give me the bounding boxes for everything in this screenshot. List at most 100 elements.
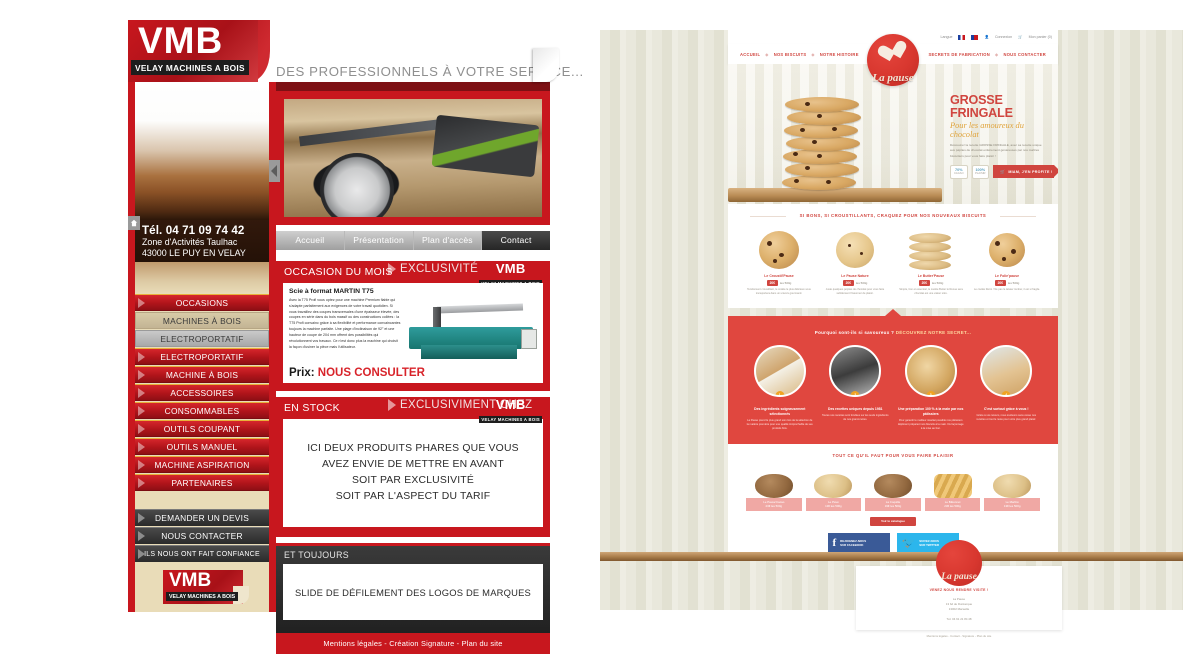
pause-footer-links[interactable]: Mentions légales - Contact - Signature -… bbox=[856, 634, 1062, 638]
vmb-panel-always-title: ET TOUJOURS bbox=[284, 550, 349, 560]
chevron-right-icon bbox=[388, 399, 396, 411]
pause-lang-label: Langue bbox=[940, 35, 953, 39]
cookie-icon bbox=[785, 97, 859, 112]
product-price-unit: les 500g bbox=[855, 281, 868, 285]
vmb-menu-item-machine-aspiration[interactable]: MACHINE ASPIRATION bbox=[135, 456, 269, 473]
pause-nav-left: ACCUEIL ◆ NOS BISCUITS ◆ NOTRE HISTOIRE bbox=[740, 52, 859, 57]
facebook-label: REJOIGNEZ-NOUS SUR FACEBOOK bbox=[840, 539, 866, 547]
range-card[interactable]: La Coquille 19€ les 500g bbox=[865, 464, 921, 511]
vmb-menu-item-electroportatif-grey[interactable]: ELECTROPORTATIF bbox=[135, 330, 269, 347]
product-desc: Simple, bon et essentiel, le cookie Butt… bbox=[899, 288, 963, 296]
pause-logo[interactable]: La pause bbox=[862, 34, 924, 96]
badge-plaisir: 100% PLAISIR bbox=[971, 164, 990, 179]
vmb-menu-item-machine-bois[interactable]: MACHINE À BOIS bbox=[135, 366, 269, 383]
vmb-menu-item-outils-coupant[interactable]: OUTILS COUPANT bbox=[135, 420, 269, 437]
range-card[interactable]: Le Marbré 13€ les 500g bbox=[984, 464, 1040, 511]
range-image bbox=[925, 464, 981, 498]
chevron-right-icon bbox=[138, 298, 145, 308]
flag-fr-icon[interactable] bbox=[958, 34, 966, 40]
vmb-logo[interactable]: VMB VELAY MACHINES A BOIS bbox=[128, 20, 258, 82]
vmb-logo-slider[interactable]: SLIDE DE DÉFILEMENT DES LOGOS DE MARQUES bbox=[283, 564, 543, 620]
secret-title: Des recettes uniques depuis 1981 bbox=[828, 407, 883, 411]
secret-item: 1 Des ingrédients soigneusement sélectio… bbox=[746, 345, 814, 431]
product-card[interactable]: Le Pause Nature 20€ les 500g Juste quelq… bbox=[820, 226, 890, 297]
product-card[interactable]: Le Croustil'Pause 20€ les 500g Tendremen… bbox=[744, 226, 814, 297]
tab-accueil[interactable]: Accueil bbox=[276, 231, 345, 250]
product-image bbox=[896, 226, 966, 274]
nav-item-nos-biscuits[interactable]: NOS BISCUITS bbox=[774, 52, 807, 57]
range-caption: Le Pavé 13€ les 500g bbox=[805, 498, 862, 511]
facebook-button[interactable]: f REJOIGNEZ-NOUS SUR FACEBOOK bbox=[827, 532, 890, 553]
vmb-panel-occasion-title: OCCASION DU MOIS bbox=[284, 266, 393, 278]
vmb-sidebar-logo[interactable]: VMB VELAY MACHINES A BOIS bbox=[163, 570, 249, 604]
vmb-price-value: NOUS CONSULTER bbox=[317, 367, 425, 379]
vmb-menu-item-confiance[interactable]: ILS NOUS ONT FAIT CONFIANCE bbox=[135, 545, 269, 562]
product-card[interactable]: Le Folie'pause 20€ les 500g Le cookie Re… bbox=[972, 226, 1042, 297]
secret-desc: La Pause prend le plus grand soin lors d… bbox=[746, 418, 813, 430]
secret-item: 3 Une préparation 100 % à la main par no… bbox=[897, 345, 965, 431]
sidebar-collapse-arrow-icon[interactable] bbox=[269, 160, 280, 182]
tab-contact[interactable]: Contact bbox=[482, 231, 550, 250]
pause-hero-badges-row: 70% CACAO 100% PLAISIR 🛒 MIAM, J'EN PROF… bbox=[950, 164, 1058, 179]
vmb-price-label: Prix: bbox=[289, 367, 315, 379]
pause-footer-logo[interactable]: La pause bbox=[931, 540, 987, 596]
facebook-icon: f bbox=[832, 536, 837, 549]
vmb-menu-item-machines-bois[interactable]: MACHINES À BOIS bbox=[135, 312, 269, 329]
biscuit-coquille-icon bbox=[873, 474, 912, 498]
pause-cart-label[interactable]: Mon panier (0) bbox=[1029, 35, 1052, 39]
badge-plaisir-label: PLAISIR bbox=[975, 172, 986, 176]
vmb-occasion-card[interactable]: Scie à format MARTIN T75 Avec la T75 Pro… bbox=[283, 283, 543, 383]
range-caption: La Coquille 19€ les 500g bbox=[865, 498, 921, 511]
cookie-icon bbox=[782, 175, 856, 190]
range-card[interactable]: Le Bâtonnet 23€ les 500g bbox=[924, 464, 981, 511]
vmb-wood-texture bbox=[135, 262, 269, 294]
product-desc: Juste quelques pépites de chocolat pour … bbox=[825, 288, 885, 296]
user-icon[interactable]: 👤 bbox=[984, 35, 988, 39]
range-card[interactable]: Le Pavé 13€ les 500g bbox=[805, 464, 862, 511]
product-card[interactable]: Le Butter'Pause 20€ les 500g Simple, bon… bbox=[896, 226, 966, 297]
pause-account-label[interactable]: Connexion bbox=[995, 35, 1012, 39]
vmb-address-line2: 43000 LE PUY EN VELAY bbox=[142, 248, 246, 259]
nav-item-secrets-fabrication[interactable]: SECRETS DE FABRICATION bbox=[928, 52, 990, 57]
flag-en-icon[interactable] bbox=[971, 34, 979, 40]
vmb-menu-item-outils-manuel[interactable]: OUTILS MANUEL bbox=[135, 438, 269, 455]
pause-hero-cta-button[interactable]: 🛒 MIAM, J'EN PROFITE ! bbox=[993, 165, 1058, 179]
vmb-panel-always: ET TOUJOURS SLIDE DE DÉFILEMENT DES LOGO… bbox=[276, 543, 550, 633]
vmb-menu-item-partenaires[interactable]: PARTENAIRES bbox=[135, 474, 269, 491]
pause-nav-right: SECRETS DE FABRICATION ◆ NOUS CONTACTER bbox=[928, 52, 1046, 57]
la-pause-website-mockup: Langue 👤 Connexion 🛒 Mon panier (0) ACCU… bbox=[600, 30, 1183, 638]
pause-new-products-title: SI BONS, SI CROUSTILLANTS, CRAQUEZ POUR … bbox=[728, 204, 1058, 218]
range-card[interactable]: Le Pause'Cacao 23€ les 500g bbox=[746, 464, 802, 511]
vmb-phone: Tél. 04 71 09 74 42 bbox=[142, 224, 245, 237]
vmb-menu-item-electroportatif[interactable]: ELECTROPORTATIF bbox=[135, 348, 269, 365]
cart-icon[interactable]: 🛒 bbox=[1018, 35, 1022, 39]
tab-plan-acces[interactable]: Plan d'accès bbox=[414, 231, 483, 250]
nav-item-notre-histoire[interactable]: NOTRE HISTOIRE bbox=[820, 52, 859, 57]
nav-item-nous-contacter[interactable]: NOUS CONTACTER bbox=[1003, 52, 1046, 57]
tab-presentation[interactable]: Présentation bbox=[345, 231, 414, 250]
chevron-right-icon bbox=[138, 406, 145, 416]
vmb-menu-item-accessoires[interactable]: ACCESSOIRES bbox=[135, 384, 269, 401]
vmb-menu-label: ELECTROPORTATIF bbox=[160, 351, 244, 362]
pause-range-row: Le Pause'Cacao 23€ les 500g Le Pavé 13€ … bbox=[728, 458, 1058, 511]
home-icon[interactable] bbox=[128, 216, 140, 230]
vmb-sidebar-logo-subtitle: VELAY MACHINES A BOIS bbox=[166, 592, 239, 601]
product-price-unit: les 500g bbox=[1007, 281, 1020, 285]
vmb-menu-item-demander-devis[interactable]: DEMANDER UN DEVIS bbox=[135, 509, 269, 526]
vmb-panel-always-header: ET TOUJOURS bbox=[276, 546, 550, 564]
vmb-mini-logo-title: VMB bbox=[495, 397, 526, 412]
facebook-label-line2: SUR FACEBOOK bbox=[840, 542, 864, 547]
vmb-menu-item-consommables[interactable]: CONSOMMABLES bbox=[135, 402, 269, 419]
secret-number: 3 bbox=[926, 391, 936, 395]
vmb-menu-item-occasions[interactable]: OCCASIONS bbox=[135, 294, 269, 311]
secret-item: 4 C'est surtout grâce à vous ! Grâce à v… bbox=[973, 345, 1041, 431]
pause-secret-heading: Pourquoi sont-ils si savoureux ? DÉCOUVR… bbox=[728, 316, 1058, 335]
pause-social-buttons: f REJOIGNEZ-NOUS SUR FACEBOOK 🐦 SUIVEZ-N… bbox=[728, 532, 1058, 553]
pause-new-products-row: Le Croustil'Pause 20€ les 500g Tendremen… bbox=[728, 218, 1058, 297]
vmb-menu-item-nous-contacter[interactable]: NOUS CONTACTER bbox=[135, 527, 269, 544]
vmb-stock-placeholder-text: ICI DEUX PRODUITS PHARES QUE VOUS AVEZ E… bbox=[307, 441, 519, 506]
vmb-footer-links[interactable]: Mentions légales - Création Signature - … bbox=[323, 639, 502, 648]
pause-catalog-button[interactable]: Voir le catalogue bbox=[870, 516, 916, 526]
nav-item-accueil[interactable]: ACCUEIL bbox=[740, 52, 760, 57]
vmb-panel-stock-title: EN STOCK bbox=[284, 402, 340, 414]
